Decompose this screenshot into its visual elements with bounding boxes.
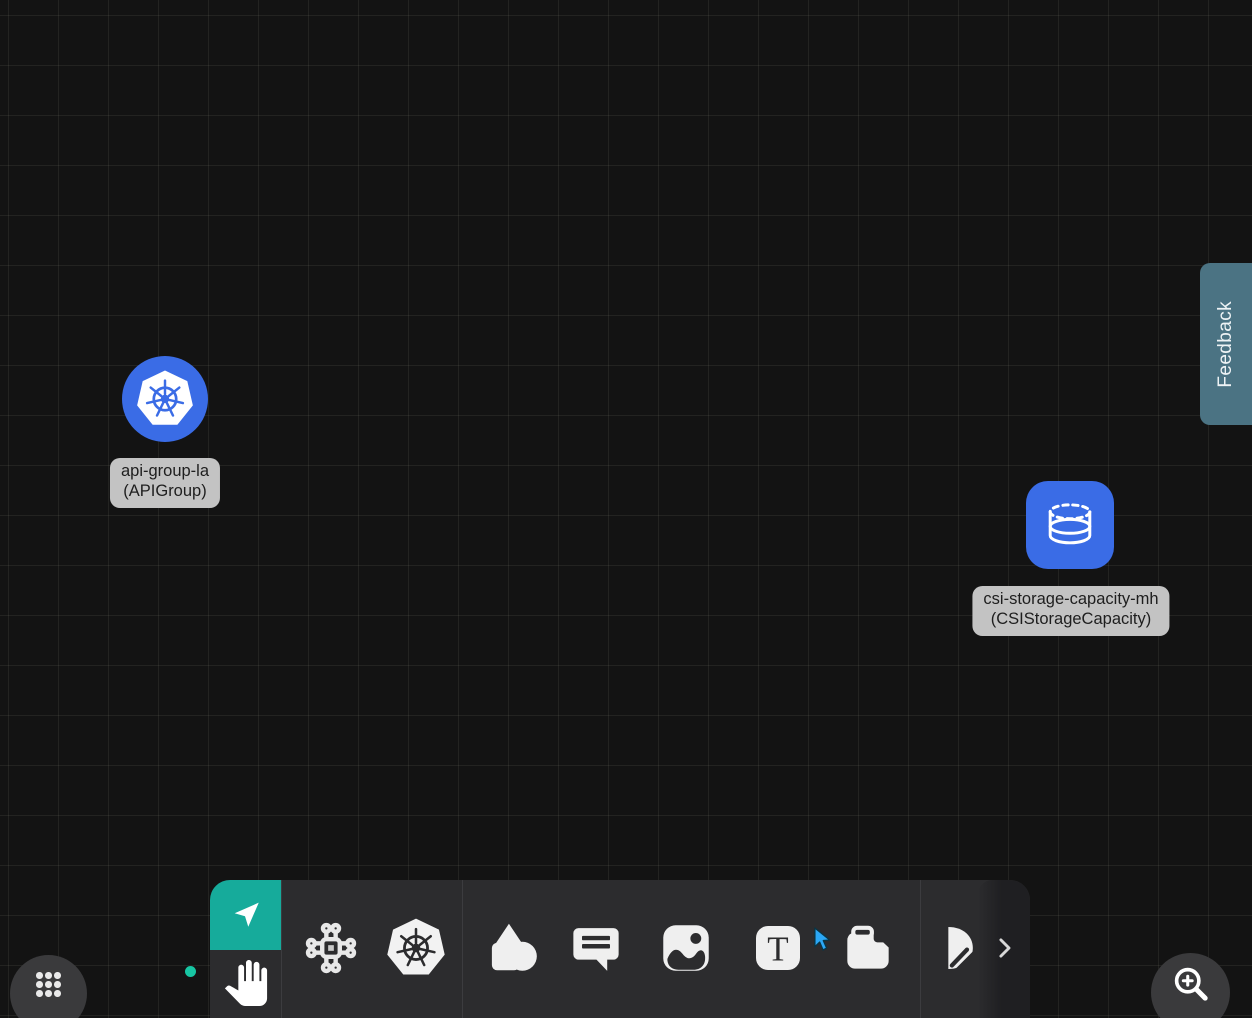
- image-tool-button[interactable]: [653, 916, 719, 982]
- grid-dots-icon: [36, 972, 61, 997]
- connect-tool-button[interactable]: [298, 916, 364, 982]
- shapes-tool-button[interactable]: [478, 916, 544, 982]
- comment-tool-button[interactable]: [563, 916, 629, 982]
- feedback-tab[interactable]: Feedback: [1200, 263, 1252, 425]
- comment-icon: [568, 920, 624, 979]
- image-icon: [655, 917, 717, 982]
- chevron-right-icon: [989, 933, 1019, 966]
- node-kind: (APIGroup): [121, 482, 209, 502]
- toolbar-expand-button[interactable]: [978, 880, 1030, 1018]
- select-tool-button[interactable]: [210, 880, 281, 950]
- feedback-tab-label: Feedback: [1215, 301, 1237, 388]
- toolbar-separator: [462, 880, 463, 1018]
- save-tool-button[interactable]: [835, 916, 901, 982]
- text-tool-button[interactable]: T: [745, 916, 811, 982]
- text-icon: T: [748, 918, 808, 981]
- hand-icon: [223, 960, 269, 1009]
- diagram-canvas[interactable]: api-group-la (APIGroup) csi-storage-capa…: [0, 0, 1252, 1018]
- kubernetes-tool-button[interactable]: [383, 916, 449, 982]
- kubernetes-wheel-icon: [381, 913, 451, 986]
- toolbar-separator: [281, 880, 282, 1018]
- svg-text:T: T: [767, 929, 788, 968]
- magnifier-plus-icon: [1168, 961, 1214, 1018]
- node-csi-storage-label: csi-storage-capacity-mh (CSIStorageCapac…: [972, 586, 1169, 636]
- node-csi-storage-capacity[interactable]: [1026, 481, 1114, 569]
- node-api-group-label: api-group-la (APIGroup): [110, 458, 220, 508]
- kubernetes-icon: [122, 356, 208, 442]
- circuit-node-icon: [300, 917, 362, 982]
- node-kind: (CSIStorageCapacity): [983, 610, 1158, 630]
- node-name: api-group-la: [121, 462, 209, 482]
- shapes-icon: [480, 917, 542, 982]
- storage-cylinder-icon: [1026, 481, 1114, 569]
- cursor-arrow-icon: [229, 897, 263, 934]
- toolbar: T: [210, 880, 1030, 1018]
- toolbar-separator: [920, 880, 921, 1018]
- node-api-group[interactable]: [122, 356, 208, 442]
- status-dot: [185, 966, 196, 977]
- floppy-disk-icon: [837, 917, 899, 982]
- pan-tool-button[interactable]: [210, 950, 281, 1018]
- node-name: csi-storage-capacity-mh: [983, 590, 1158, 610]
